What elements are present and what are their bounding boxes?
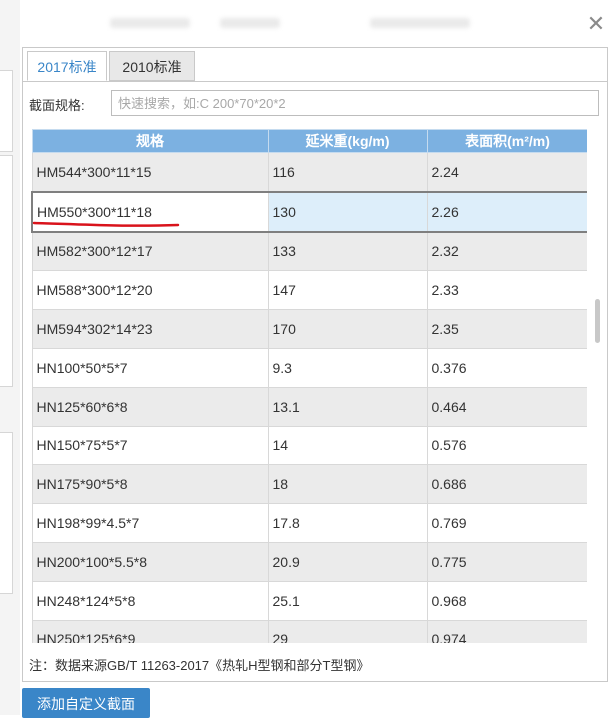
cell-spec: HN198*99*4.5*7	[31, 503, 269, 543]
section-table: 规格 延米重(kg/m) 表面积(m²/m) HM544*300*11*15 11…	[31, 129, 587, 643]
table-row[interactable]: HM588*300*12*20 147 2.33	[31, 270, 587, 311]
table-header-row: 规格 延米重(kg/m) 表面积(m²/m)	[31, 129, 587, 153]
background-panel	[0, 70, 13, 152]
cell-spec: HN250*125*6*9	[31, 619, 269, 643]
cell-area: 2.33	[426, 270, 587, 311]
cell-spec: HN125*60*6*8	[31, 386, 269, 427]
table-row[interactable]: HN100*50*5*7 9.3 0.376	[31, 347, 587, 388]
cell-weight: 116	[267, 151, 428, 193]
cell-weight: 29	[267, 619, 428, 643]
table-row[interactable]: HN175*90*5*8 18 0.686	[31, 464, 587, 505]
cell-weight: 18	[267, 464, 428, 505]
background-panel	[0, 432, 13, 594]
cell-weight: 13.1	[267, 386, 428, 427]
cell-area: 0.968	[426, 580, 587, 621]
search-input[interactable]	[111, 90, 599, 116]
column-header-area[interactable]: 表面积(m²/m)	[426, 129, 587, 153]
cell-area: 0.464	[426, 386, 587, 427]
cell-area: 0.376	[426, 347, 587, 388]
data-source-note: 注：数据来源GB/T 11263-2017《热轧H型钢和部分T型钢》	[29, 658, 370, 673]
table-row[interactable]: HN125*60*6*8 13.1 0.464	[31, 386, 587, 427]
cell-area: 0.974	[426, 619, 587, 643]
search-label: 截面规格:	[29, 98, 85, 113]
table-row[interactable]: HN250*125*6*9 29 0.974	[31, 619, 587, 643]
cell-spec: HN100*50*5*7	[31, 347, 269, 388]
cell-spec: HN248*124*5*8	[31, 580, 269, 621]
cell-weight: 20.9	[267, 541, 428, 582]
cell-area: 0.775	[426, 541, 587, 582]
section-library-dialog: 2017标准 2010标准 截面规格: 规格 延米重(kg/m) 表面积(m²/…	[22, 47, 608, 682]
table-row[interactable]: HM582*300*12*17 133 2.32	[31, 231, 587, 272]
search-row: 截面规格:	[29, 90, 603, 118]
cell-weight: 133	[267, 231, 428, 272]
tab-2017-standard[interactable]: 2017标准	[27, 51, 107, 81]
background-toolbar	[20, 0, 614, 40]
background-panel	[0, 155, 13, 387]
cell-spec: HN150*75*5*7	[31, 425, 269, 466]
cell-area: 0.686	[426, 464, 587, 505]
cell-area: 0.769	[426, 503, 587, 543]
background-window	[0, 0, 20, 715]
cell-area: 0.576	[426, 425, 587, 466]
cell-spec: HM582*300*12*17	[31, 231, 269, 272]
red-annotation-underline	[32, 221, 180, 227]
cell-spec: HM594*302*14*23	[31, 309, 269, 349]
table-row[interactable]: HN198*99*4.5*7 17.8 0.769	[31, 503, 587, 543]
cell-weight: 25.1	[267, 580, 428, 621]
cell-weight: 14	[267, 425, 428, 466]
cell-spec: HN175*90*5*8	[31, 464, 269, 505]
cell-area: 2.32	[426, 231, 587, 272]
scrollbar-thumb[interactable]	[595, 299, 600, 343]
table-row[interactable]: HM594*302*14*23 170 2.35	[31, 309, 587, 349]
table-scrollbar[interactable]	[593, 129, 603, 643]
cell-spec: HM544*300*11*15	[31, 151, 269, 193]
cell-weight: 170	[267, 309, 428, 349]
close-icon[interactable]: ✕	[586, 13, 606, 35]
column-header-weight[interactable]: 延米重(kg/m)	[267, 129, 428, 153]
table-row[interactable]: HN200*100*5.5*8 20.9 0.775	[31, 541, 587, 582]
cell-weight: 9.3	[267, 347, 428, 388]
cell-weight: 147	[267, 270, 428, 311]
add-custom-section-button[interactable]: 添加自定义截面	[22, 688, 150, 718]
cell-weight: 17.8	[267, 503, 428, 543]
column-header-spec[interactable]: 规格	[31, 129, 269, 153]
table-row[interactable]: HN248*124*5*8 25.1 0.968	[31, 580, 587, 621]
cell-area: 2.24	[426, 151, 587, 193]
tab-2010-standard[interactable]: 2010标准	[109, 51, 195, 81]
tab-divider	[23, 81, 607, 82]
cell-weight: 130	[267, 190, 428, 233]
cell-spec: HM588*300*12*20	[31, 270, 269, 311]
cell-area: 2.35	[426, 309, 587, 349]
table-row[interactable]: HM544*300*11*15 116 2.24	[31, 151, 587, 193]
cell-area: 2.26	[426, 190, 587, 233]
cell-spec: HN200*100*5.5*8	[31, 541, 269, 582]
table-row[interactable]: HN150*75*5*7 14 0.576	[31, 425, 587, 466]
